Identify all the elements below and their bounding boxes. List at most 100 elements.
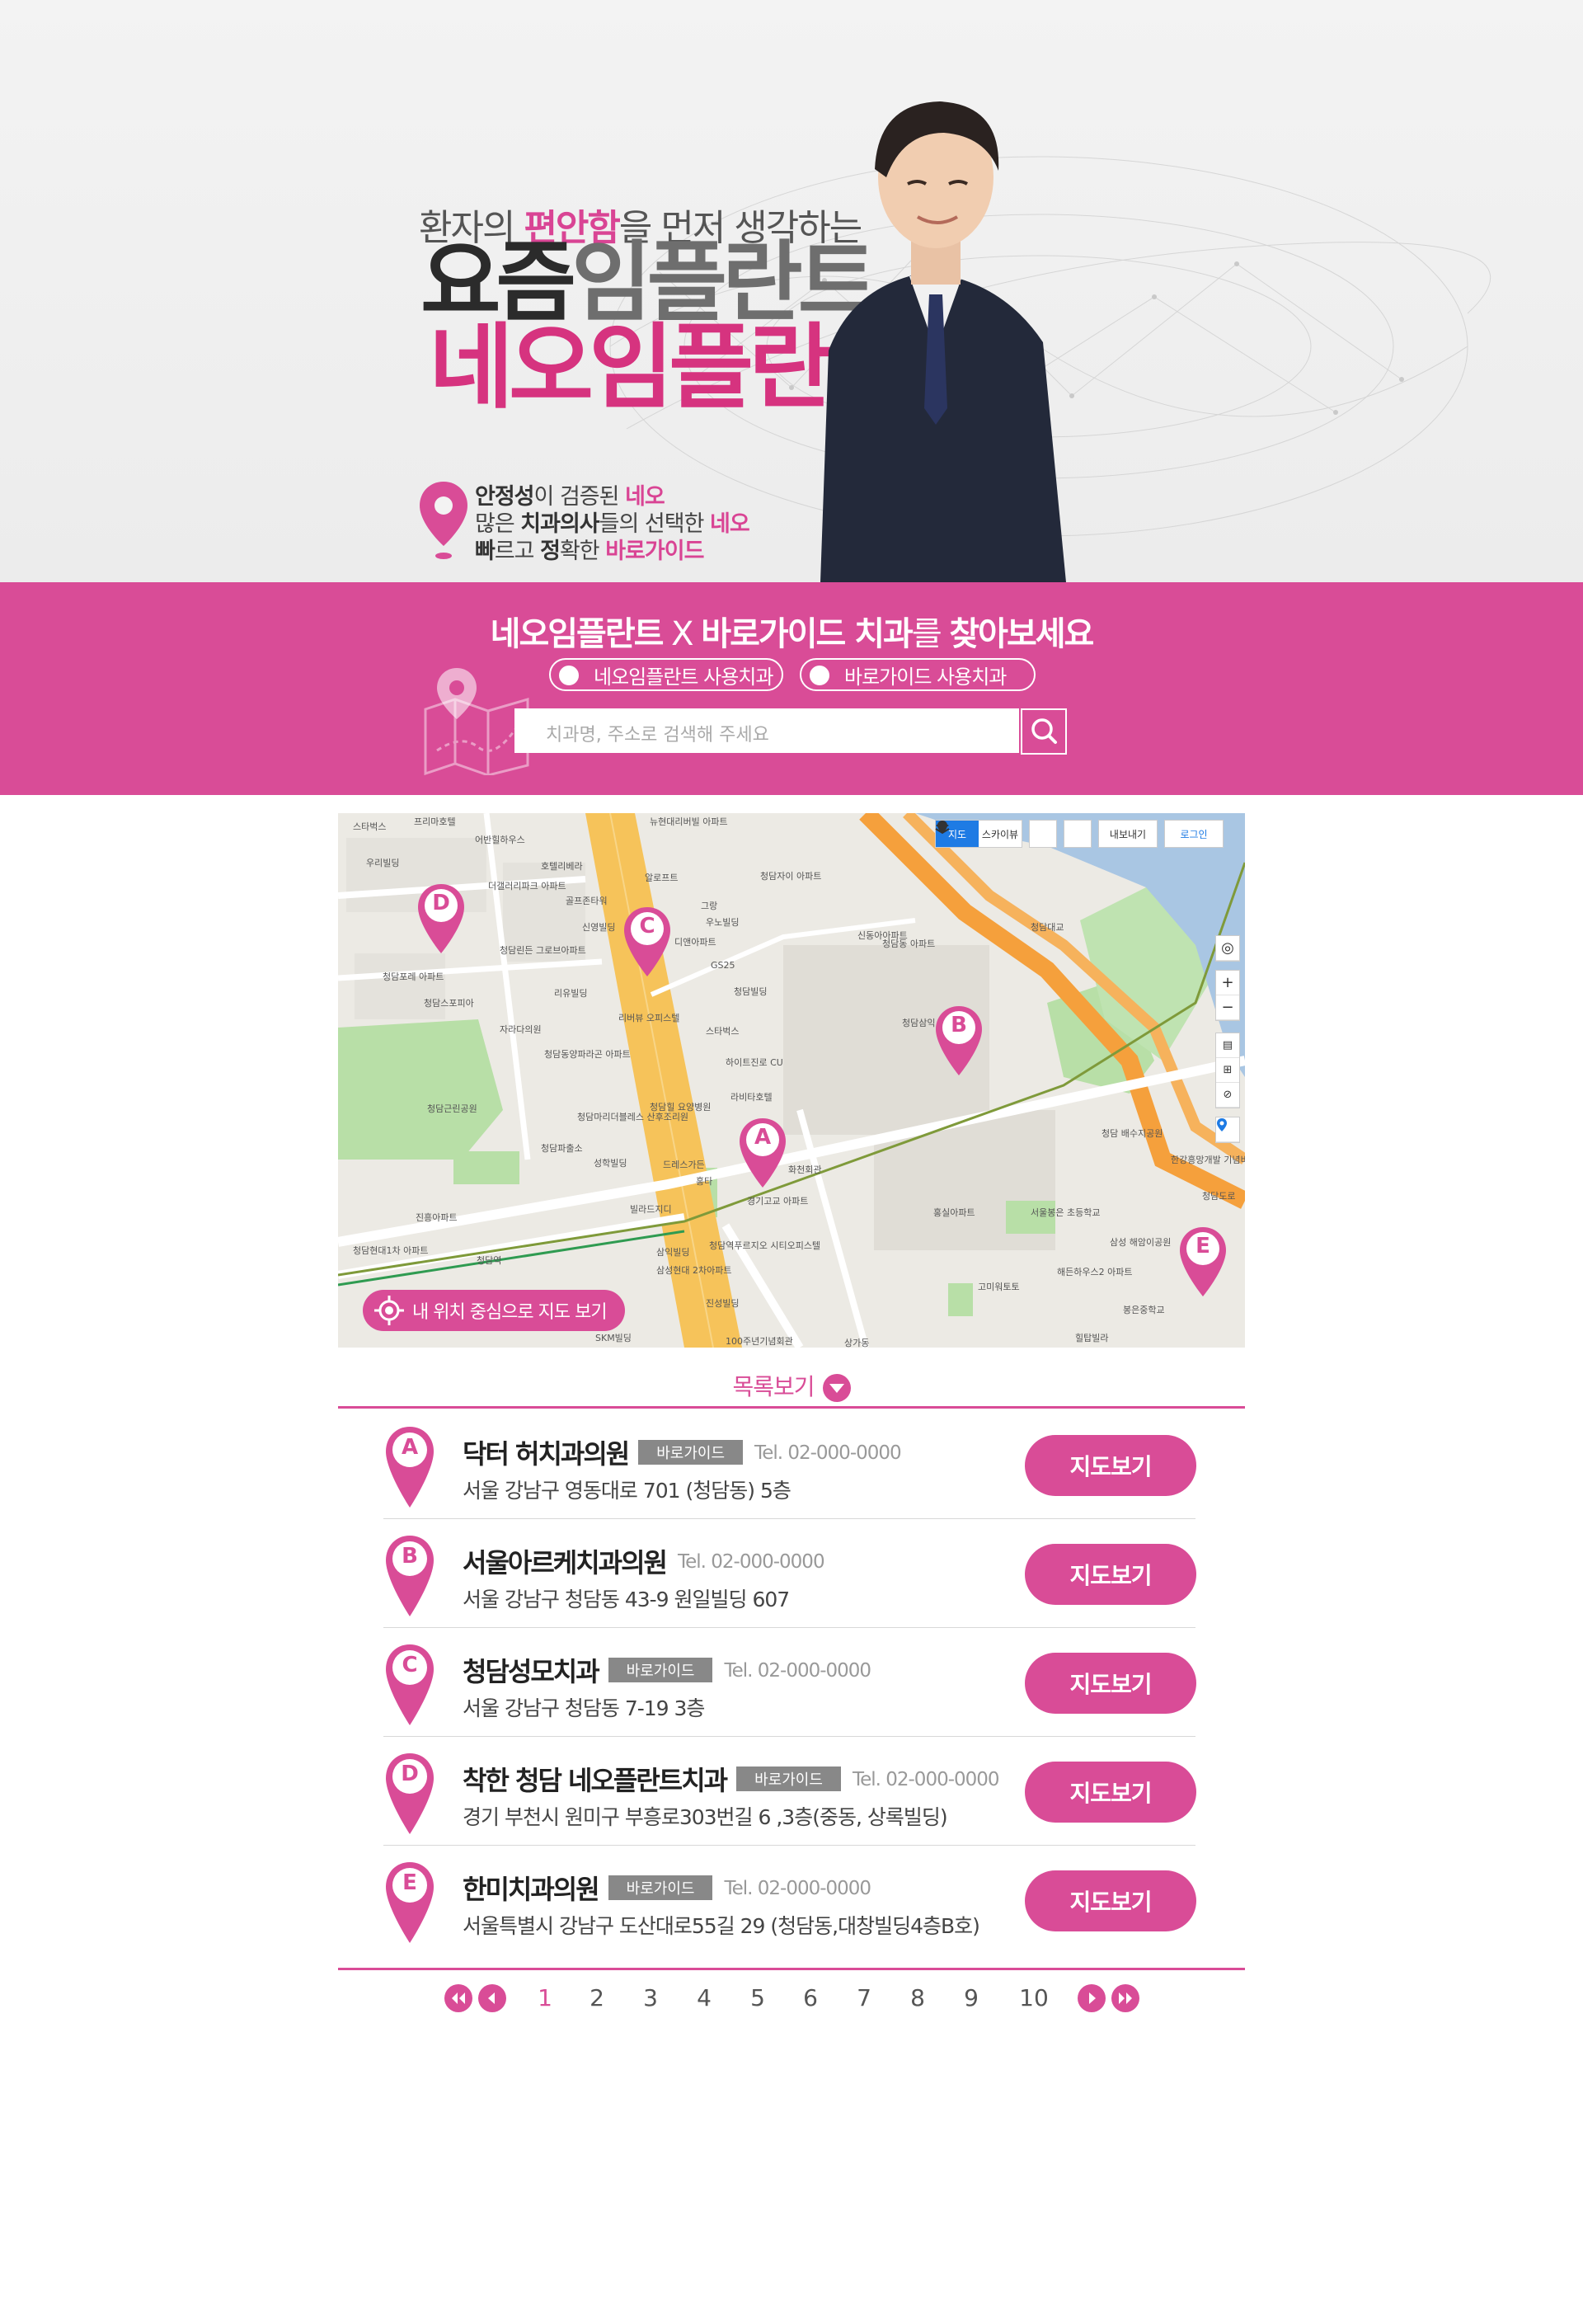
marker-letter: A <box>754 1125 772 1150</box>
feature-3-bold2: 정 <box>540 539 561 564</box>
map-label: 삼익빌딩 <box>656 1247 690 1258</box>
page-9[interactable]: 9 <box>955 1984 988 2011</box>
page-6[interactable]: 6 <box>794 1984 827 2011</box>
search-button[interactable] <box>1021 708 1067 755</box>
pin-letter: C <box>402 1653 418 1677</box>
map-label: 더갤러리파크 아파트 <box>488 881 566 891</box>
map-label: SKM빌딩 <box>595 1333 632 1343</box>
clinic-name-line: 서울아르케치과의원 Tel. 02-000-0000 <box>463 1542 825 1580</box>
page-1[interactable]: 1 <box>528 1984 561 2011</box>
chevron-down-icon <box>822 1373 851 1402</box>
map-marker-a[interactable]: A <box>737 1117 788 1189</box>
clinic-map[interactable]: 스타벅스 프리마호텔 뉴현대리버빌 아파트 어반힐하우스 우리빌딩 호텔리베라 … <box>338 813 1245 1348</box>
map-login-button[interactable]: 로그인 <box>1164 820 1224 848</box>
clinic-address: 서울특별시 강남구 도산대로55길 29 (청담동,대창빌딩4층B호) <box>463 1914 980 1938</box>
clinic-phone: Tel. 02-000-0000 <box>754 1442 902 1464</box>
map-label: 삼성 해암이공원 <box>1110 1237 1172 1248</box>
first-page-button[interactable] <box>444 1984 472 2012</box>
pin-letter: D <box>401 1762 419 1786</box>
prev-page-button[interactable] <box>478 1984 506 2012</box>
zoom-in-button[interactable]: + <box>1216 971 1239 995</box>
map-label: 알로프트 <box>645 873 679 883</box>
map-label: 청담도로 <box>1202 1191 1236 1202</box>
target-icon <box>374 1296 404 1325</box>
map-marker-b[interactable]: B <box>933 1004 984 1077</box>
map-marker-e[interactable]: E <box>1177 1226 1228 1298</box>
page-8[interactable]: 8 <box>901 1984 934 2011</box>
map-label: 뉴현대리버빌 아파트 <box>650 816 728 827</box>
map-marker-c[interactable]: C <box>622 906 673 978</box>
map-pin-button[interactable] <box>937 820 1057 848</box>
compass-icon[interactable]: ⊘ <box>1216 1083 1239 1108</box>
radio-barogide-clinics[interactable]: 바로가이드 사용치과 <box>800 658 1036 691</box>
view-map-button[interactable]: 지도보기 <box>1025 1870 1196 1931</box>
clinic-name-line: 닥터 허치과의원 바로가이드 Tel. 02-000-0000 <box>463 1433 902 1471</box>
search-placeholder: 치과명, 주소로 검색해 주세요 <box>546 725 769 746</box>
map-label: 청담동 아파트 <box>882 939 936 949</box>
next-page-button[interactable] <box>1078 1984 1106 2012</box>
search-input[interactable]: 치과명, 주소로 검색해 주세요 <box>514 708 1019 753</box>
list-item: B 서울아르케치과의원 Tel. 02-000-0000 서울 강남구 청담동 4… <box>383 1519 1196 1628</box>
map-pin-control[interactable] <box>1215 1117 1240 1143</box>
tab-sky-view[interactable]: 스카이뷰 <box>979 821 1022 847</box>
barogide-badge: 바로가이드 <box>638 1440 744 1465</box>
map-label: 스타벅스 <box>353 821 387 832</box>
page-7[interactable]: 7 <box>848 1984 881 2011</box>
view-map-button[interactable]: 지도보기 <box>1025 1762 1196 1823</box>
feature-1-text: 이 검증된 <box>533 484 626 510</box>
last-page-button[interactable] <box>1111 1984 1139 2012</box>
map-label: 한강흥망개발 기념비 <box>1171 1155 1245 1165</box>
layers-icon <box>935 821 950 835</box>
map-label: 디앤아파트 <box>674 937 716 948</box>
marker-letter: C <box>639 914 655 939</box>
pin-letter: A <box>401 1435 419 1460</box>
map-export-button[interactable]: 내보내기 <box>1098 820 1158 848</box>
chevron-right-icon <box>1089 1992 1096 2004</box>
map-label: 청담빌딩 <box>734 986 768 997</box>
map-zoom-control: + − <box>1215 970 1240 1021</box>
feature-3-text: 르고 <box>494 539 541 564</box>
map-label: 경기고교 아파트 <box>747 1196 809 1207</box>
map-label: 하이트진로 CU <box>726 1057 783 1068</box>
page-10[interactable]: 10 <box>1016 1984 1052 2011</box>
area-icon[interactable]: ⊞ <box>1216 1058 1239 1083</box>
page-3[interactable]: 3 <box>634 1984 667 2011</box>
hero-banner: 환자의 편안함을 먼저 생각하는 요즘임플란트 네오임플란트 안정성이 검증된 … <box>0 0 1583 582</box>
search-icon <box>1031 718 1057 744</box>
page-4[interactable]: 4 <box>688 1984 721 2011</box>
map-layers-button[interactable] <box>935 820 1092 848</box>
map-label: 삼성현대 2차아파트 <box>656 1265 732 1276</box>
radio-neo-clinics[interactable]: 네오임플란트 사용치과 <box>549 658 783 691</box>
list-toggle-label: 목록보기 <box>732 1373 815 1400</box>
page-2[interactable]: 2 <box>580 1984 613 2011</box>
search-title: 네오임플란트 X 바로가이드 치과를 찾아보세요 <box>0 607 1583 655</box>
barogide-badge: 바로가이드 <box>608 1658 713 1682</box>
search-title-particle: 를 <box>911 615 950 653</box>
map-label: 신영빌딩 <box>582 922 616 933</box>
map-marker-d[interactable]: D <box>416 882 467 955</box>
search-title-find: 찾아보세요 <box>949 615 1094 653</box>
zoom-out-button[interactable]: − <box>1216 995 1239 1020</box>
map-label: 우리빌딩 <box>366 858 400 868</box>
map-label: 자라다의원 <box>500 1024 542 1035</box>
clinic-list: A 닥터 허치과의원 바로가이드 Tel. 02-000-0000 서울 강남구 영… <box>383 1410 1196 1955</box>
view-map-button[interactable]: 지도보기 <box>1025 1435 1196 1496</box>
map-label: 진성빌딩 <box>706 1298 740 1309</box>
ruler-icon[interactable]: ▤ <box>1216 1033 1239 1058</box>
map-label: 상가동 <box>844 1338 870 1348</box>
map-label: 해든하우스2 아파트 <box>1057 1267 1133 1277</box>
map-label: 진흥아파트 <box>416 1212 458 1223</box>
page-5[interactable]: 5 <box>741 1984 774 2011</box>
list-toggle[interactable]: 목록보기 <box>338 1362 1245 1409</box>
pin-marker: B <box>383 1534 436 1620</box>
view-map-button[interactable]: 지도보기 <box>1025 1653 1196 1714</box>
feature-line-3: 빠르고 정확한 바로가이드 <box>475 538 749 565</box>
radio-dot-icon <box>559 666 579 685</box>
pin-marker: D <box>383 1752 436 1837</box>
map-locate-control[interactable]: ◎ <box>1215 935 1240 962</box>
search-section: 네오임플란트 X 바로가이드 치과를 찾아보세요 네오임플란트 사용치과 바로가… <box>0 582 1583 795</box>
map-label: 라비타호텔 <box>730 1092 773 1103</box>
view-map-button[interactable]: 지도보기 <box>1025 1544 1196 1605</box>
feature-1-brand: 네오 <box>625 484 665 510</box>
locate-me-button[interactable]: 내 위치 중심으로 지도 보기 <box>363 1290 625 1331</box>
